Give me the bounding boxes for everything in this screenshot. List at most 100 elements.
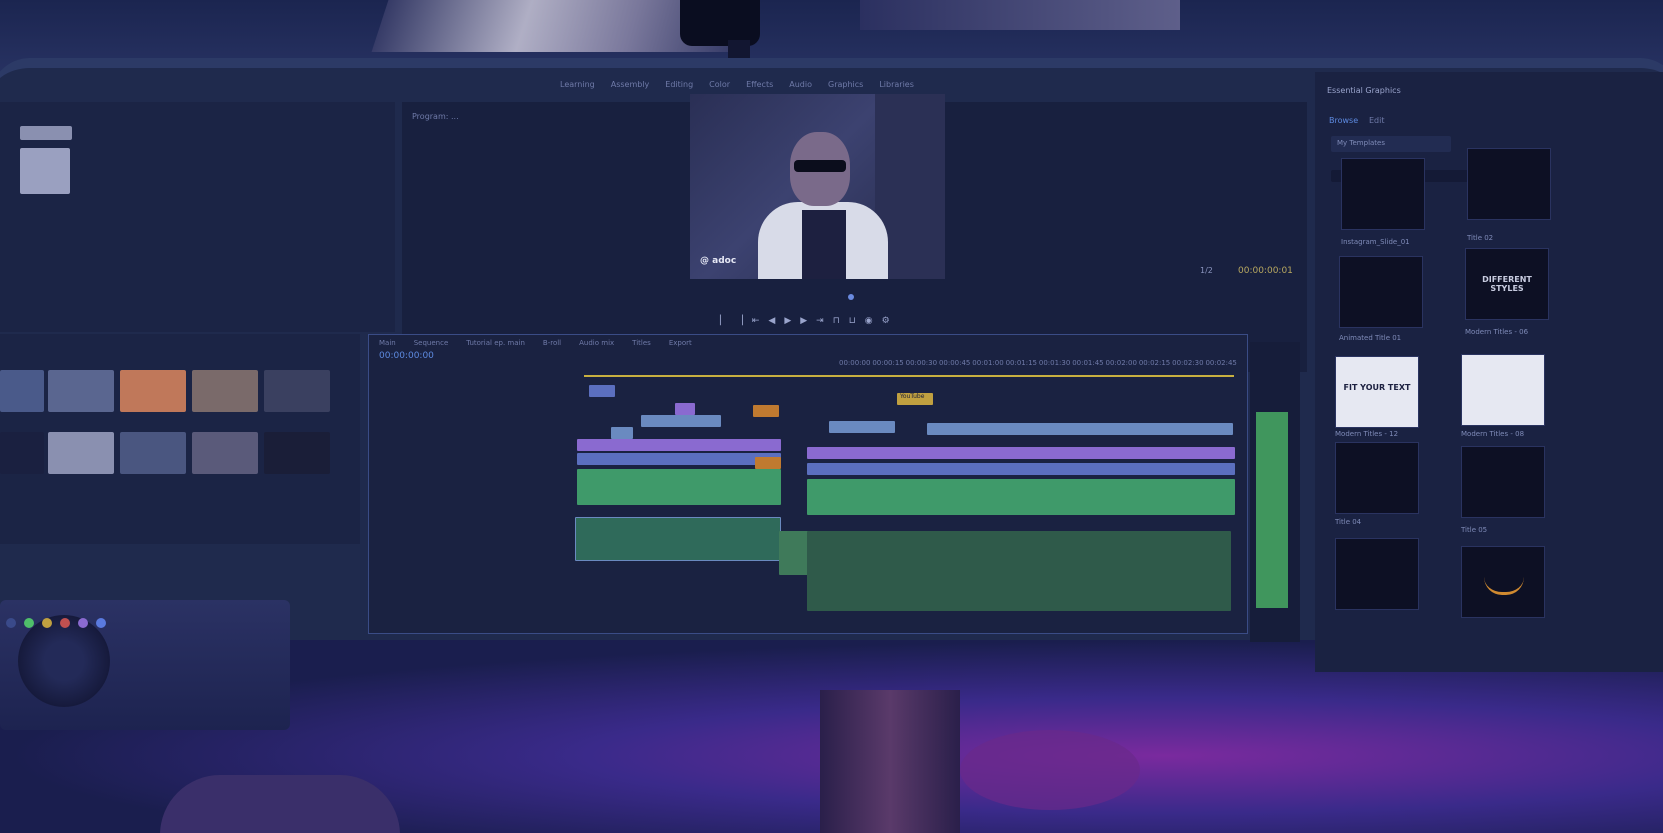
- source-thumbnail-header[interactable]: [20, 126, 72, 140]
- sequence-tab[interactable]: B-roll: [543, 339, 561, 347]
- ruler-tick: 00:00:00: [839, 359, 871, 367]
- media-thumbnail[interactable]: [120, 370, 186, 412]
- presenter-shirt: [802, 210, 846, 279]
- template-thumbnail[interactable]: [1335, 442, 1419, 514]
- hand-blur: [960, 730, 1140, 810]
- step-forward-icon[interactable]: ▶: [800, 316, 807, 326]
- insert-icon[interactable]: ⊓: [833, 316, 840, 326]
- go-to-in-icon[interactable]: ⇤: [752, 316, 760, 326]
- media-thumbnail[interactable]: [192, 370, 258, 412]
- template-label: Title 02: [1467, 234, 1494, 242]
- template-thumbnail[interactable]: [1461, 546, 1545, 618]
- app-icon[interactable]: [78, 618, 88, 628]
- settings-icon[interactable]: ⚙: [882, 316, 890, 326]
- adjustment-clip[interactable]: [807, 447, 1235, 459]
- template-thumbnail[interactable]: [1467, 148, 1551, 220]
- audio-clip[interactable]: [779, 531, 809, 575]
- ruler-tick: 00:02:15: [1138, 359, 1171, 367]
- template-label: Title 05: [1461, 526, 1488, 534]
- video-clip[interactable]: [589, 385, 615, 397]
- smile-arrow-graphic: [1484, 577, 1524, 595]
- media-thumbnail[interactable]: [264, 370, 330, 412]
- app-icon[interactable]: [60, 618, 70, 628]
- step-back-icon[interactable]: ◀: [768, 316, 775, 326]
- music-clip[interactable]: [575, 517, 781, 561]
- export-frame-icon[interactable]: ◉: [865, 316, 873, 326]
- sequence-tab[interactable]: Sequence: [414, 339, 449, 347]
- upper-monitor-artwork-right: [860, 0, 1180, 30]
- scene: Learning Assembly Editing Color Effects …: [0, 0, 1663, 833]
- video-clip[interactable]: [829, 421, 895, 433]
- taskbar: [0, 612, 360, 634]
- presenter-sunglasses: [794, 160, 846, 172]
- go-to-out-icon[interactable]: ⇥: [816, 316, 824, 326]
- transition-clip[interactable]: [755, 457, 781, 469]
- menu-item-learning[interactable]: Learning: [560, 80, 595, 96]
- template-text: DIFFERENT STYLES: [1482, 275, 1532, 293]
- video-clip[interactable]: [927, 423, 1233, 435]
- sequence-tab[interactable]: Tutorial ep. main: [466, 339, 525, 347]
- timeline-panel: Main Sequence Tutorial ep. main B-roll A…: [368, 334, 1248, 634]
- music-clip[interactable]: [807, 531, 1231, 611]
- ruler-tick: 00:00:15: [872, 359, 904, 367]
- mark-in-icon[interactable]: ▏: [720, 316, 727, 326]
- effect-clip[interactable]: [753, 405, 779, 417]
- media-thumbnail[interactable]: [48, 370, 114, 412]
- title-clip[interactable]: YouTube: [897, 393, 933, 405]
- video-clip[interactable]: [807, 463, 1235, 475]
- template-thumbnail[interactable]: [1335, 538, 1419, 610]
- media-thumbnail[interactable]: [0, 370, 44, 412]
- template-thumbnail[interactable]: FIT YOUR TEXT: [1335, 356, 1419, 428]
- tab-edit[interactable]: Edit: [1369, 116, 1385, 125]
- media-thumbnail[interactable]: [192, 432, 258, 474]
- media-thumbnail[interactable]: [48, 432, 114, 474]
- source-thumbnail[interactable]: [20, 148, 70, 194]
- template-thumbnail[interactable]: [1461, 446, 1545, 518]
- program-playhead[interactable]: [848, 294, 854, 300]
- app-icon[interactable]: [6, 618, 16, 628]
- audio-clip[interactable]: [807, 479, 1235, 515]
- adjustment-clip[interactable]: [577, 439, 781, 451]
- template-thumbnail[interactable]: DIFFERENT STYLES: [1465, 248, 1549, 320]
- app-icon[interactable]: [24, 618, 34, 628]
- zoom-fit-select[interactable]: 1/2: [1200, 266, 1213, 275]
- video-clip[interactable]: [641, 415, 721, 427]
- ruler-tick: 00:02:00: [1105, 359, 1137, 367]
- app-icon[interactable]: [96, 618, 106, 628]
- time-ruler[interactable]: 00:00:00 00:00:15 00:00:30 00:00:45 00:0…: [839, 359, 1237, 371]
- video-clip[interactable]: [577, 453, 781, 465]
- media-thumbnail[interactable]: [264, 432, 330, 474]
- audio-meter-panel: [1250, 342, 1300, 642]
- media-thumbnail[interactable]: [120, 432, 186, 474]
- ruler-tick: 00:01:45: [1072, 359, 1104, 367]
- source-monitor: [0, 102, 395, 332]
- template-thumbnail[interactable]: [1461, 354, 1545, 426]
- sequence-tab[interactable]: Titles: [632, 339, 651, 347]
- menu-item-editing[interactable]: Editing: [665, 80, 693, 96]
- program-timecode: 00:00:00:01: [1238, 266, 1293, 276]
- hand: [160, 775, 400, 833]
- templates-dropdown-label: My Templates: [1337, 139, 1385, 147]
- audio-clip[interactable]: [577, 469, 781, 505]
- video-clip[interactable]: [611, 427, 633, 439]
- menu-item-assembly[interactable]: Assembly: [611, 80, 650, 96]
- program-monitor-tab[interactable]: Program: ...: [412, 112, 459, 121]
- template-thumbnail[interactable]: [1341, 158, 1425, 230]
- panel-title: Essential Graphics: [1327, 86, 1401, 95]
- sequence-tabs: Main Sequence Tutorial ep. main B-roll A…: [379, 339, 692, 347]
- tab-browse[interactable]: Browse: [1329, 116, 1358, 125]
- sequence-tab[interactable]: Main: [379, 339, 396, 347]
- overwrite-icon[interactable]: ⊔: [849, 316, 856, 326]
- templates-dropdown[interactable]: My Templates: [1331, 136, 1451, 152]
- play-icon[interactable]: ▶: [784, 316, 791, 326]
- sequence-tab[interactable]: Audio mix: [579, 339, 614, 347]
- work-area-bar[interactable]: [584, 375, 1234, 377]
- graphic-clip[interactable]: [675, 403, 695, 415]
- media-thumbnail[interactable]: [0, 432, 44, 474]
- template-label: Modern Titles - 12: [1335, 430, 1399, 438]
- ruler-tick: 00:02:45: [1205, 359, 1237, 367]
- mark-out-icon[interactable]: ▕: [736, 316, 743, 326]
- sequence-tab[interactable]: Export: [669, 339, 692, 347]
- app-icon[interactable]: [42, 618, 52, 628]
- template-thumbnail[interactable]: [1339, 256, 1423, 328]
